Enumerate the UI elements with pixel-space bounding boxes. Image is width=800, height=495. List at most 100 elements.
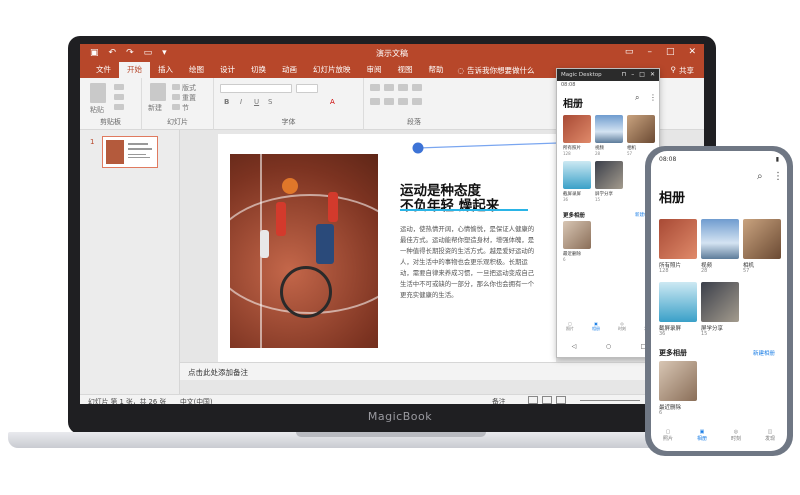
album-cover-deleted[interactable] bbox=[563, 221, 591, 249]
album-cover-camera[interactable] bbox=[627, 115, 655, 143]
album-cover-camera[interactable] bbox=[743, 219, 781, 259]
slide-thumbnail[interactable] bbox=[102, 136, 158, 168]
close-icon[interactable]: ✕ bbox=[688, 47, 696, 57]
sorter-view-icon[interactable] bbox=[542, 396, 552, 404]
italic-icon[interactable]: I bbox=[240, 98, 242, 106]
reading-view-icon[interactable] bbox=[556, 396, 566, 404]
new-slide-label: 新建 bbox=[148, 104, 162, 112]
group-label-font: 字体 bbox=[281, 118, 296, 126]
close-icon[interactable]: ✕ bbox=[650, 71, 655, 78]
more-albums-label: 更多相册 bbox=[563, 213, 586, 219]
tab-review[interactable]: 审阅 bbox=[359, 62, 390, 78]
album-cover-shared[interactable] bbox=[701, 282, 739, 322]
album-cover-all[interactable] bbox=[659, 219, 697, 259]
album-count: 15 bbox=[701, 331, 708, 337]
back-icon[interactable]: ◁ bbox=[572, 343, 577, 350]
nav-moments[interactable]: ◎ 时刻 bbox=[618, 321, 626, 332]
album-cover-all[interactable] bbox=[563, 115, 591, 143]
nav-moments[interactable]: ◎ 时刻 bbox=[731, 429, 741, 442]
search-icon[interactable]: ⌕ bbox=[635, 93, 639, 103]
nav-photos[interactable]: ▢ 照片 bbox=[566, 321, 574, 332]
laptop-screen: ▣ ↶ ↷ ▭ ▾ 演示文稿 ▭ – □ ✕ 文件 开始 插入 绘图 设计 切换… bbox=[80, 44, 704, 404]
album-count: 128 bbox=[563, 151, 571, 156]
reset-icon[interactable] bbox=[172, 94, 180, 100]
align-center-icon[interactable] bbox=[384, 98, 394, 105]
bottom-nav: ▢照片 ▣相册 ◎时刻 ◫发现 bbox=[651, 429, 787, 442]
album-count: 6 bbox=[659, 410, 663, 416]
shadow-icon[interactable]: S bbox=[268, 98, 272, 106]
paste-icon[interactable] bbox=[90, 83, 106, 103]
mirror-gallery: 相册 ⌕ ⋮ 所有照片 128 视频 28 相机 57 截屏录屏 36 屏学分享… bbox=[557, 89, 659, 357]
tab-view[interactable]: 视图 bbox=[390, 62, 421, 78]
album-cover-shared[interactable] bbox=[595, 161, 623, 189]
share-button[interactable]: ⚲ 共享 bbox=[671, 65, 695, 76]
justify-icon[interactable] bbox=[412, 98, 422, 105]
slide-canvas[interactable]: 运动是种态度 不负年轻 燥起来 运动，使热情开阔，心情愉悦，是保证人健康的最佳方… bbox=[218, 134, 556, 362]
album-cover-screenshots[interactable] bbox=[563, 161, 591, 189]
album-count: 28 bbox=[595, 151, 601, 156]
nav-albums[interactable]: ▣ 相册 bbox=[697, 429, 707, 442]
album-cover-video[interactable] bbox=[701, 219, 739, 259]
pin-icon[interactable]: ⊓ bbox=[622, 71, 627, 78]
thumbnail-pane: 1 bbox=[80, 130, 180, 394]
cut-icon[interactable] bbox=[114, 84, 124, 90]
tell-me-text: 告诉我你想要做什么 bbox=[467, 65, 535, 75]
album-cover-video[interactable] bbox=[595, 115, 623, 143]
album-count: 6 bbox=[563, 257, 566, 262]
tab-file[interactable]: 文件 bbox=[88, 62, 119, 78]
tell-me-box[interactable]: ◌ 告诉我你想要做什么 bbox=[458, 65, 535, 76]
album-cover-deleted[interactable] bbox=[659, 361, 697, 401]
nav-albums[interactable]: ▣ 相册 bbox=[592, 321, 600, 332]
magic-desktop-title: Magic Desktop bbox=[561, 72, 602, 78]
album-count: 36 bbox=[563, 197, 569, 202]
ribbon-display-icon[interactable]: ▭ bbox=[625, 47, 634, 57]
maximize-icon[interactable]: □ bbox=[639, 71, 645, 78]
more-icon[interactable]: ⋮ bbox=[649, 93, 657, 102]
tab-help[interactable]: 帮助 bbox=[421, 62, 452, 78]
more-icon[interactable]: ⋮ bbox=[773, 171, 783, 182]
font-color-icon[interactable]: A bbox=[330, 98, 335, 106]
notes-pane[interactable]: 点击此处添加备注 bbox=[180, 362, 704, 380]
align-right-icon[interactable] bbox=[398, 98, 408, 105]
minimize-icon[interactable]: – bbox=[631, 71, 634, 78]
tab-animations[interactable]: 动画 bbox=[274, 62, 305, 78]
nav-photos[interactable]: ▢ 照片 bbox=[663, 429, 673, 442]
tab-insert[interactable]: 插入 bbox=[150, 62, 181, 78]
indent-icon[interactable] bbox=[398, 84, 408, 91]
new-album-link[interactable]: 新建相册 bbox=[753, 349, 775, 357]
lightbulb-icon: ◌ bbox=[457, 65, 465, 75]
line-spacing-icon[interactable] bbox=[412, 84, 422, 91]
tab-transitions[interactable]: 切换 bbox=[243, 62, 274, 78]
album-cover-screenshots[interactable] bbox=[659, 282, 697, 322]
tab-draw[interactable]: 绘图 bbox=[181, 62, 212, 78]
format-painter-icon[interactable] bbox=[114, 104, 124, 110]
home-icon[interactable]: ○ bbox=[606, 343, 611, 350]
font-name-box[interactable] bbox=[220, 84, 292, 93]
gallery-title: 相册 bbox=[659, 191, 686, 206]
copy-icon[interactable] bbox=[114, 94, 124, 100]
minimize-icon[interactable]: – bbox=[647, 47, 652, 57]
album-count: 57 bbox=[743, 268, 750, 274]
font-size-box[interactable] bbox=[296, 84, 318, 93]
new-slide-icon[interactable] bbox=[150, 83, 166, 101]
layout-icon[interactable] bbox=[172, 84, 180, 90]
bullets-icon[interactable] bbox=[370, 84, 380, 91]
battery-icon: ▮ bbox=[775, 156, 779, 163]
hoop bbox=[280, 266, 332, 318]
align-left-icon[interactable] bbox=[370, 98, 380, 105]
zoom-slider[interactable] bbox=[580, 400, 640, 401]
maximize-icon[interactable]: □ bbox=[666, 47, 675, 57]
section-icon[interactable] bbox=[172, 104, 180, 110]
nav-discover[interactable]: ◫发现 bbox=[765, 429, 775, 442]
tab-home[interactable]: 开始 bbox=[119, 62, 150, 78]
tab-slideshow[interactable]: 幻灯片放映 bbox=[305, 62, 359, 78]
underline-icon[interactable]: U bbox=[254, 98, 259, 106]
numbering-icon[interactable] bbox=[384, 84, 394, 91]
bold-icon[interactable]: B bbox=[224, 98, 229, 106]
search-icon[interactable]: ⌕ bbox=[757, 171, 763, 182]
window-title: 演示文稿 bbox=[376, 49, 408, 58]
notes-button[interactable]: 备注 bbox=[492, 396, 506, 404]
ppt-titlebar: ▣ ↶ ↷ ▭ ▾ 演示文稿 ▭ – □ ✕ bbox=[80, 44, 704, 62]
normal-view-icon[interactable] bbox=[528, 396, 538, 404]
tab-design[interactable]: 设计 bbox=[212, 62, 243, 78]
